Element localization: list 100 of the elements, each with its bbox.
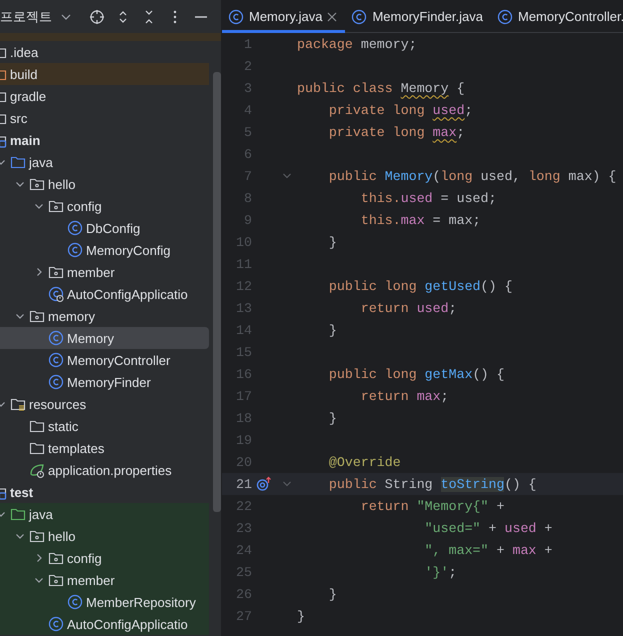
tree-item[interactable]: hello bbox=[0, 525, 209, 547]
tree-item[interactable]: MemoryConfig bbox=[0, 239, 209, 261]
tree-item[interactable]: DbConfig bbox=[0, 217, 209, 239]
code-token: } bbox=[328, 234, 337, 250]
override-icon[interactable] bbox=[256, 476, 272, 492]
code-token: Memory bbox=[400, 80, 449, 96]
package-icon bbox=[29, 176, 45, 192]
code-token: used bbox=[504, 520, 536, 536]
tree-item[interactable]: gradle bbox=[0, 85, 209, 107]
class-icon bbox=[48, 374, 64, 390]
code-token: } bbox=[328, 410, 337, 426]
code-token: { bbox=[456, 80, 465, 96]
code-token: () { bbox=[480, 278, 512, 294]
code-token: String bbox=[384, 476, 434, 492]
code-token: ; bbox=[448, 564, 457, 580]
editor-tab[interactable]: MemoryController. bbox=[491, 0, 623, 33]
code-token: return bbox=[360, 498, 410, 514]
scrollbar-thumb[interactable] bbox=[213, 72, 221, 512]
package-icon bbox=[29, 308, 45, 324]
fold-icon[interactable] bbox=[282, 171, 292, 181]
code-token: used bbox=[400, 190, 433, 206]
package-icon bbox=[48, 198, 64, 214]
leaf-icon bbox=[29, 462, 45, 478]
code-token: ; bbox=[456, 124, 465, 140]
code-token: max) { bbox=[568, 168, 616, 184]
code-token: Memory bbox=[384, 168, 433, 184]
code-token: public bbox=[328, 476, 378, 492]
tree-item[interactable]: java bbox=[0, 503, 209, 525]
tree-item[interactable]: static bbox=[0, 415, 209, 437]
package-icon bbox=[29, 528, 45, 544]
tree-item[interactable]: resources bbox=[0, 393, 209, 415]
tree-item[interactable]: test bbox=[0, 481, 209, 503]
tree-item[interactable]: templates bbox=[0, 437, 209, 459]
code-token: + bbox=[488, 520, 498, 536]
code-token: private long bbox=[328, 124, 426, 140]
folder-icon bbox=[29, 440, 45, 456]
code-token: ; bbox=[440, 388, 449, 404]
tree-item[interactable]: .idea bbox=[0, 41, 209, 63]
code-token: getUsed bbox=[424, 278, 481, 294]
class-icon bbox=[497, 8, 513, 24]
code-token: this. bbox=[360, 190, 401, 206]
code-token: toString bbox=[440, 476, 504, 492]
code-token: + bbox=[543, 542, 552, 558]
resources-folder-icon bbox=[10, 396, 26, 412]
class-icon bbox=[67, 220, 83, 236]
tree-item[interactable]: java bbox=[0, 151, 209, 173]
code-token: package bbox=[297, 36, 354, 52]
code-token: ( bbox=[432, 168, 441, 184]
tree-item[interactable]: AutoConfigApplicatio bbox=[0, 613, 209, 635]
test-folder-icon bbox=[10, 506, 26, 522]
tree-item[interactable]: Memory bbox=[0, 327, 209, 349]
tree-item[interactable]: member bbox=[0, 261, 209, 283]
code-token: + bbox=[543, 520, 552, 536]
code-token: "Memory{" bbox=[416, 498, 489, 514]
source-folder-icon bbox=[10, 154, 26, 170]
tree-item[interactable]: application.properties bbox=[0, 459, 209, 481]
code-token: return bbox=[360, 300, 410, 316]
tree-item[interactable]: build bbox=[0, 63, 209, 85]
tree-item[interactable]: src bbox=[0, 107, 209, 129]
code-token: = used; bbox=[440, 190, 496, 206]
package-icon bbox=[48, 572, 64, 588]
tree-item[interactable]: memory bbox=[0, 305, 209, 327]
code-token: ; bbox=[448, 300, 457, 316]
tree-item[interactable]: hello bbox=[0, 173, 209, 195]
code-token: } bbox=[297, 608, 305, 624]
code-token: + bbox=[495, 542, 506, 558]
code-token: public long bbox=[328, 278, 418, 294]
code-token: max bbox=[400, 212, 425, 228]
crosshair-icon[interactable] bbox=[89, 8, 105, 24]
tree-item[interactable]: AutoConfigApplicatio bbox=[0, 283, 209, 305]
tree-item[interactable]: MemoryFinder bbox=[0, 371, 209, 393]
class-icon bbox=[48, 330, 64, 346]
panel-title[interactable]: 프로젝트 bbox=[0, 8, 52, 26]
code-token: public class bbox=[297, 80, 394, 96]
code-token: } bbox=[328, 322, 337, 338]
line-number: 21 bbox=[235, 476, 252, 492]
class-icon bbox=[228, 8, 244, 24]
code-token: used bbox=[432, 102, 465, 118]
tree-item[interactable]: main bbox=[0, 129, 209, 151]
editor-tab[interactable]: Memory.java bbox=[222, 0, 346, 33]
code-token: ", max=" bbox=[424, 542, 489, 558]
class-icon bbox=[48, 616, 64, 632]
code-token: max bbox=[512, 542, 536, 558]
code-token: getMax bbox=[424, 366, 473, 382]
tree-item[interactable]: MemberRepository bbox=[0, 591, 209, 613]
code-token: used bbox=[416, 300, 449, 316]
tree-item[interactable]: config bbox=[0, 195, 209, 217]
code-token: ; bbox=[464, 102, 473, 118]
code-token: @Override bbox=[328, 454, 401, 470]
tree-item[interactable]: member bbox=[0, 569, 209, 591]
tree-item[interactable]: MemoryController bbox=[0, 349, 209, 371]
package-icon bbox=[48, 264, 64, 280]
code-token: private long bbox=[328, 102, 426, 118]
code-token: () { bbox=[504, 476, 536, 492]
close-icon[interactable] bbox=[327, 12, 338, 22]
tree-item[interactable]: config bbox=[0, 547, 209, 569]
editor-tab[interactable]: MemoryFinder.java bbox=[345, 0, 491, 33]
code-token: + bbox=[496, 498, 504, 514]
code-token: public bbox=[328, 168, 378, 184]
package-icon bbox=[48, 550, 64, 566]
